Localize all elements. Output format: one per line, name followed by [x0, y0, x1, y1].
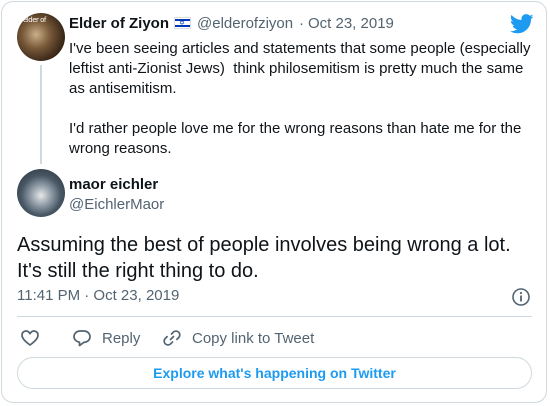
- main-author-handle[interactable]: @EichlerMaor: [69, 196, 164, 213]
- explore-label: Explore what's happening on Twitter: [153, 365, 396, 381]
- tweet-timestamp[interactable]: 11:41 PM · Oct 23, 2019: [17, 287, 179, 304]
- heart-icon: [21, 330, 39, 347]
- copy-link-label: Copy link to Tweet: [192, 329, 315, 347]
- explore-twitter-button[interactable]: Explore what's happening on Twitter: [17, 357, 532, 389]
- parent-tweet-date[interactable]: Oct 23, 2019: [308, 15, 394, 32]
- info-icon[interactable]: [511, 287, 531, 307]
- reply-label: Reply: [102, 329, 141, 347]
- parent-author-name[interactable]: Elder of Ziyon: [69, 15, 169, 32]
- parent-tweet-text: I've been seeing articles and statements…: [69, 40, 531, 157]
- like-button[interactable]: [20, 328, 50, 348]
- avatar-text: elder of: [23, 16, 46, 24]
- date-separator: ·: [299, 15, 304, 32]
- divider: [17, 316, 532, 317]
- copy-link-button[interactable]: Copy link to Tweet: [162, 328, 314, 348]
- reply-bubble-icon: [73, 330, 91, 347]
- main-author-name[interactable]: maor eichler: [69, 176, 158, 193]
- parent-author-handle[interactable]: @elderofziyon: [197, 15, 293, 32]
- israel-flag-icon: ✡: [174, 17, 191, 29]
- avatar-maor-eichler[interactable]: [17, 169, 65, 217]
- main-tweet-text: Assuming the best of people involves bei…: [17, 234, 511, 282]
- thread-connector-line: [40, 65, 42, 164]
- reply-button[interactable]: Reply: [72, 328, 140, 348]
- link-icon: [163, 330, 181, 346]
- twitter-bird-icon[interactable]: [510, 14, 534, 34]
- avatar-elder-of-ziyon[interactable]: elder of: [17, 13, 65, 61]
